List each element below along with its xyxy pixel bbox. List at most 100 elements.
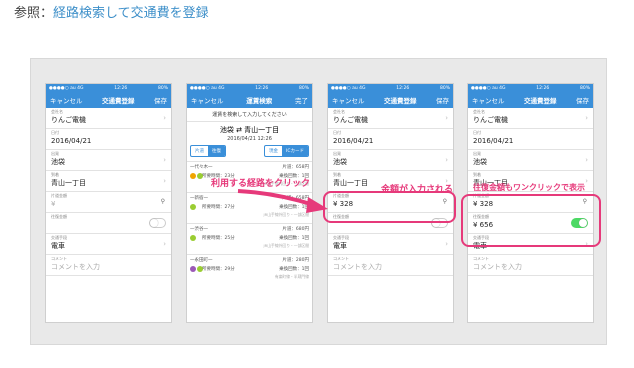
payment-segment: 現金 ICカード — [264, 145, 309, 157]
route-result[interactable]: 一永田町一 片道：280円 所要時間：29分 乗換回数：1回 有楽町線・半蔵門線 — [187, 254, 312, 285]
line-icons — [190, 204, 196, 210]
battery: 80% — [157, 85, 168, 91]
nav-bar: キャンセル 交通費登録 保存 — [468, 92, 593, 108]
segment-controls: 片道 往復 現金 ICカード — [187, 145, 312, 157]
cancel-button[interactable]: キャンセル — [191, 95, 224, 105]
route-to: 青山一丁目 — [244, 126, 280, 134]
row-value: りんご電機 — [51, 116, 86, 124]
search-date: 2016/04/21 12:26 — [227, 136, 272, 142]
reference-link[interactable]: 経路検索して交通費を登録 — [53, 6, 209, 21]
swap-icon[interactable]: ⇄ — [236, 126, 242, 134]
route-from: 池袋 — [219, 126, 234, 134]
arrow-icon — [237, 189, 328, 213]
done-button[interactable]: 完了 — [295, 95, 308, 105]
roundtrip-toggle[interactable] — [149, 218, 166, 228]
line-badge-icon — [190, 266, 196, 272]
row-value: りんご電機 — [473, 116, 508, 124]
row-value: 2016/04/21 — [333, 137, 374, 145]
screenshot-frame: ●●●●○ au 4G 12:26 80% キャンセル 交通費登録 保存 会社名… — [30, 58, 607, 345]
result-transfers: 乗換回数：1回 — [279, 267, 309, 272]
result-duration: 所要時間：25分 — [202, 236, 235, 241]
status-bar: ●●●●○ au 4G 12:26 80% — [187, 84, 312, 92]
clock: 12:26 — [396, 85, 410, 91]
departure-row[interactable]: 出発 池袋 › — [328, 150, 453, 171]
line-icons — [190, 266, 203, 272]
line-icons — [190, 235, 196, 241]
nav-bar: キャンセル 運賃検索 完了 — [187, 92, 312, 108]
trip-type-segment: 片道 往復 — [190, 145, 226, 157]
comment-input[interactable]: コメントを入力 — [473, 262, 588, 273]
segment-ic-card[interactable]: ICカード — [282, 146, 308, 156]
save-button[interactable]: 保存 — [436, 95, 449, 105]
comment-input[interactable]: コメントを入力 — [333, 262, 448, 273]
line-badge-icon — [197, 266, 203, 272]
result-via: 一新宿一 — [190, 196, 208, 201]
clock: 12:26 — [536, 85, 550, 91]
line-badge-icon — [190, 204, 196, 210]
transport-row[interactable]: 交通手段 電車 › — [46, 234, 171, 255]
date-row[interactable]: 日付 2016/04/21 — [328, 129, 453, 150]
nav-title: 運賃検索 — [246, 97, 273, 105]
date-row[interactable]: 日付 2016/04/21 — [46, 129, 171, 150]
roundtrip-amount-row: 往復金額 — [46, 213, 171, 234]
departure-row[interactable]: 出発 池袋 › — [468, 150, 593, 171]
status-bar: ●●●●○ au 4G 12:26 80% — [46, 84, 171, 92]
row-value: 2016/04/21 — [51, 137, 92, 145]
chevron-right-icon: › — [585, 114, 588, 122]
cancel-button[interactable]: キャンセル — [50, 95, 83, 105]
cancel-button[interactable]: キャンセル — [332, 95, 365, 105]
transport-row[interactable]: 交通手段 電車 › — [328, 234, 453, 255]
line-badge-icon — [190, 173, 196, 179]
status-bar: ●●●●○ au 4G 12:26 80% — [328, 84, 453, 92]
segment-oneway[interactable]: 片道 — [191, 146, 208, 156]
save-button[interactable]: 保存 — [576, 95, 589, 105]
row-value: 電車 — [333, 242, 347, 250]
cancel-button[interactable]: キャンセル — [472, 95, 505, 105]
row-value: 池袋 — [473, 158, 487, 166]
status-bar: ●●●●○ au 4G 12:26 80% — [468, 84, 593, 92]
reference-prefix: 参照： — [14, 6, 54, 21]
row-value: 2016/04/21 — [473, 137, 514, 145]
segment-cash[interactable]: 現金 — [265, 146, 282, 156]
arrival-row[interactable]: 到着 青山一丁目 › — [46, 171, 171, 192]
search-icon[interactable]: ⚲ — [161, 198, 165, 205]
carrier: ●●●●○ au 4G — [49, 85, 84, 91]
date-row[interactable]: 日付 2016/04/21 — [468, 129, 593, 150]
reference-line: 参照：経路検索して交通費を登録 — [14, 2, 209, 21]
departure-row[interactable]: 出発 池袋 › — [46, 150, 171, 171]
result-via: 一永田町一 — [190, 258, 213, 263]
battery: 80% — [439, 85, 450, 91]
result-fare: 片道：680円 — [282, 227, 309, 232]
carrier: ●●●●○ au 4G — [471, 85, 506, 91]
carrier: ●●●●○ au 4G — [190, 85, 225, 91]
comment-row[interactable]: コメント コメントを入力 — [468, 255, 593, 276]
chevron-right-icon: › — [585, 156, 588, 164]
route-summary: 池袋 ⇄ 青山一丁目 — [187, 122, 312, 136]
comment-input[interactable]: コメントを入力 — [51, 262, 166, 273]
row-value: ¥ — [51, 200, 56, 208]
nav-title: 交通費登録 — [384, 97, 417, 105]
result-duration: 所要時間：29分 — [202, 267, 235, 272]
oneway-amount-row[interactable]: 片道金額 ¥ ⚲ — [46, 192, 171, 213]
company-row[interactable]: 会社名 りんご電機 › — [328, 108, 453, 129]
chevron-right-icon: › — [163, 114, 166, 122]
arrow-shaft — [237, 189, 315, 207]
result-duration: 所要時間：27分 — [202, 205, 235, 210]
line-icons — [190, 173, 203, 179]
carrier: ●●●●○ au 4G — [331, 85, 366, 91]
nav-title: 交通費登録 — [524, 97, 557, 105]
result-fare: 片道：658円 — [282, 165, 309, 170]
company-row[interactable]: 会社名 りんご電機 › — [46, 108, 171, 129]
company-row[interactable]: 会社名 りんご電機 › — [468, 108, 593, 129]
phone-screen-1: ●●●●○ au 4G 12:26 80% キャンセル 交通費登録 保存 会社名… — [45, 83, 172, 323]
row-label: 往復金額 — [51, 214, 67, 219]
result-via: 一代々木一 — [190, 165, 213, 170]
chevron-right-icon: › — [445, 114, 448, 122]
row-value: 池袋 — [333, 158, 347, 166]
comment-row[interactable]: コメント コメントを入力 — [328, 255, 453, 276]
save-button[interactable]: 保存 — [154, 95, 167, 105]
comment-row[interactable]: コメント コメントを入力 — [46, 255, 171, 276]
segment-roundtrip[interactable]: 往復 — [208, 146, 225, 156]
instruction-banner: 運賃を検索して入力してください — [187, 108, 312, 122]
route-result[interactable]: 一渋谷一 片道：680円 所要時間：25分 乗換回数：1回 JR山手線外回り・一部区… — [187, 223, 312, 254]
